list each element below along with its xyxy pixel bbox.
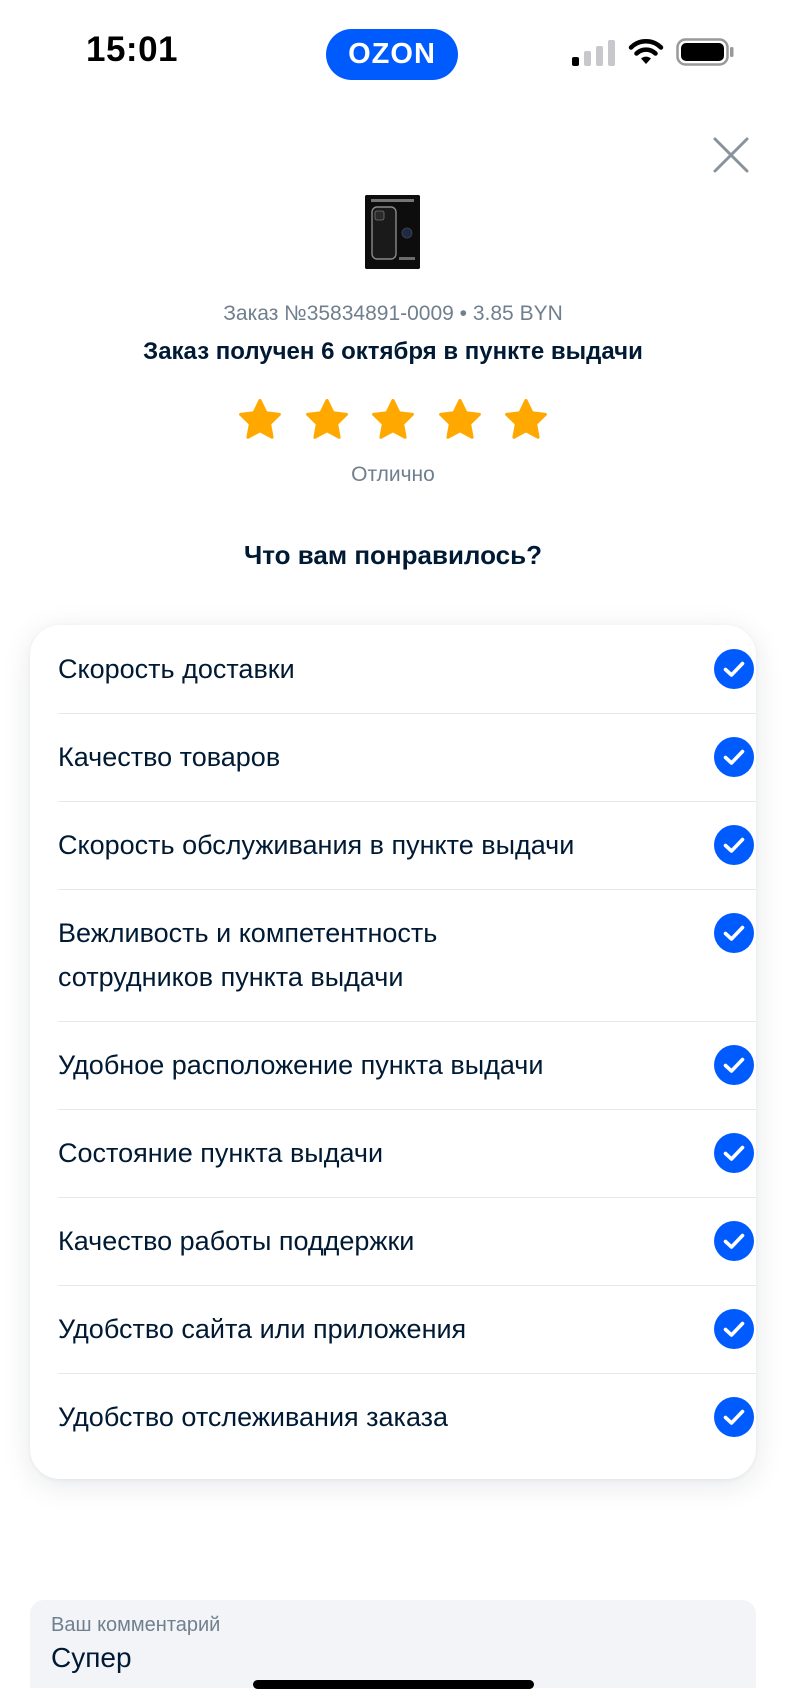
option-label: Скорость обслуживания в пункте выдачи [58,830,575,860]
check-icon [714,1397,754,1437]
option-label: Состояние пункта выдачи [58,1138,384,1168]
option-row[interactable]: Вежливость и компетентность сотрудников … [58,889,756,1022]
check-icon [714,1133,754,1173]
option-row[interactable]: Скорость обслуживания в пункте выдачи [58,801,756,890]
option-label: Качество работы поддержки [58,1226,415,1256]
star-icon[interactable] [304,397,350,443]
check-icon [714,1045,754,1085]
star-icon[interactable] [237,397,283,443]
star-icon[interactable] [370,397,416,443]
option-row[interactable]: Состояние пункта выдачи [58,1109,756,1198]
wifi-icon [628,39,664,64]
section-title: Что вам понравилось? [244,540,542,570]
option-label: Удобство сайта или приложения [58,1314,467,1344]
rating-label: Отлично [351,463,435,486]
order-status: Заказ получен 6 октября в пункте выдачи [143,338,643,365]
option-row[interactable]: Удобство сайта или приложения [58,1285,756,1374]
comment-field[interactable]: Ваш комментарий Супер [30,1600,756,1688]
check-icon [714,1309,754,1349]
star-icon[interactable] [437,397,483,443]
option-row[interactable]: Качество работы поддержки [58,1197,756,1286]
close-icon [713,137,749,173]
check-icon [714,913,754,953]
check-icon [714,1221,754,1261]
order-meta: Заказ №35834891-0009 • 3.85 BYN [223,302,563,325]
product-image [365,195,420,269]
signal-icon [572,40,615,66]
option-row[interactable]: Удобство отслеживания заказа [58,1373,756,1461]
home-indicator [253,1680,534,1689]
option-label: Скорость доставки [58,654,295,684]
option-row[interactable]: Качество товаров [58,713,756,802]
check-icon [714,825,754,865]
option-row[interactable]: Удобное расположение пункта выдачи [58,1021,756,1110]
status-bar: 15:01 OZON [0,0,786,110]
brand-logo: OZON [326,29,458,80]
status-time: 15:01 [86,30,179,69]
check-icon [714,737,754,777]
option-label: Удобство отслеживания заказа [58,1402,449,1432]
check-icon [714,649,754,689]
rating-stars [237,397,549,443]
option-label: Качество товаров [58,742,281,772]
option-row[interactable]: Скорость доставки [58,625,756,714]
star-icon[interactable] [503,397,549,443]
comment-value[interactable]: Супер [51,1642,132,1674]
battery-icon [676,38,734,66]
liked-options-card: Скорость доставки Качество товаров Скоро… [30,625,756,1479]
close-button[interactable] [712,136,750,174]
option-label: Вежливость и компетентность сотрудников … [58,918,438,992]
option-label: Удобное расположение пункта выдачи [58,1050,544,1080]
comment-label: Ваш комментарий [51,1614,221,1636]
